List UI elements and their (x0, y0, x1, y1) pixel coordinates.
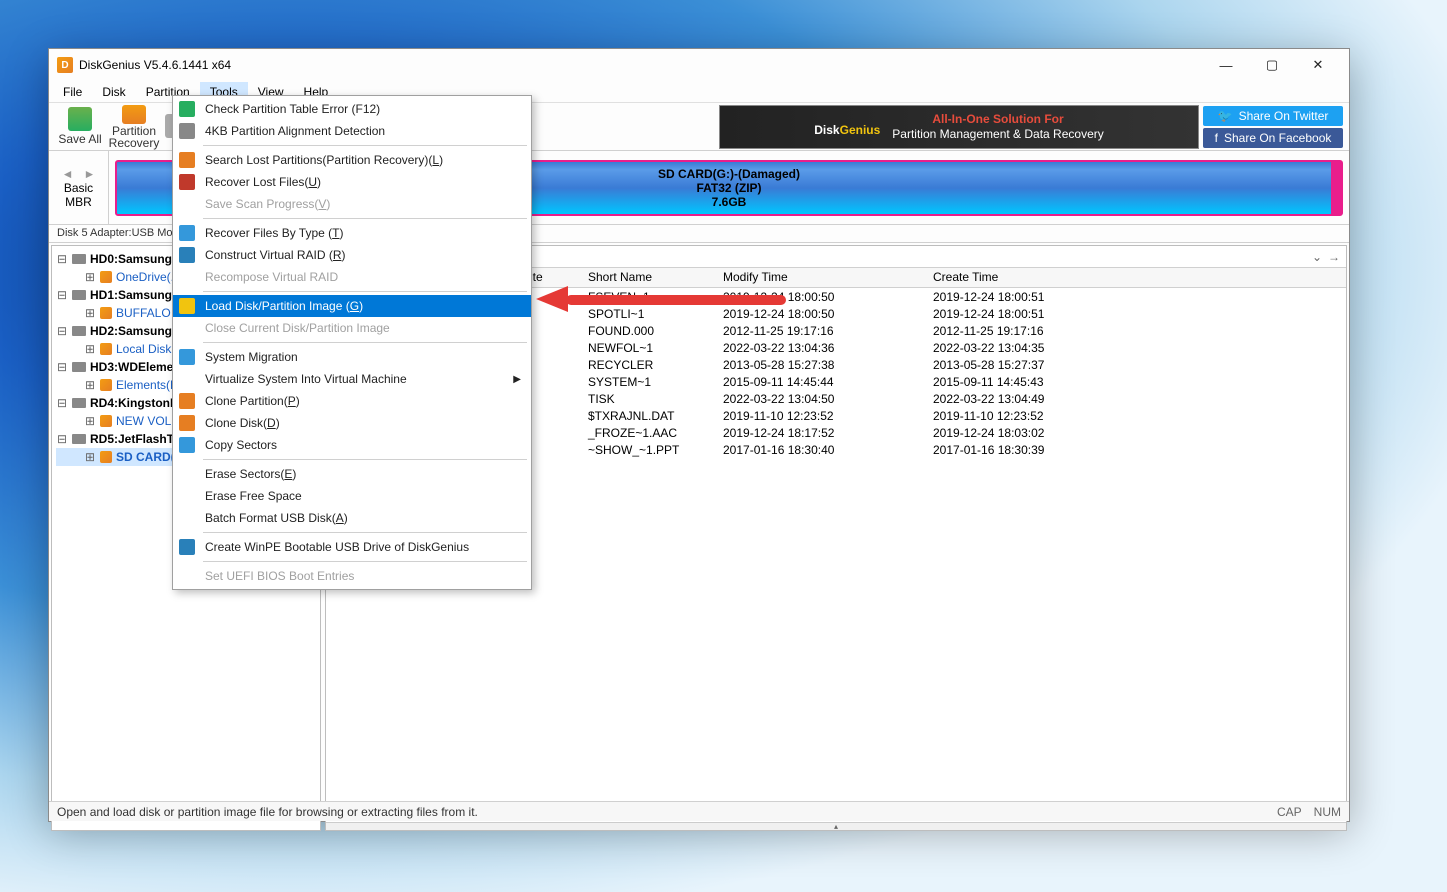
minimize-button[interactable]: — (1203, 49, 1249, 81)
menu-item: Set UEFI BIOS Boot Entries (173, 565, 531, 587)
menu-disk[interactable]: Disk (92, 82, 135, 102)
status-text: Open and load disk or partition image fi… (57, 805, 478, 819)
maximize-button[interactable]: ▢ (1249, 49, 1295, 81)
menu-item[interactable]: Batch Format USB Disk(A) (173, 507, 531, 529)
close-button[interactable]: ✕ (1295, 49, 1341, 81)
menu-item[interactable]: Erase Free Space (173, 485, 531, 507)
menu-item[interactable]: Recover Files By Type (T) (173, 222, 531, 244)
title-bar: D DiskGenius V5.4.6.1441 x64 — ▢ ✕ (49, 49, 1349, 81)
window-title: DiskGenius V5.4.6.1441 x64 (79, 58, 231, 72)
menu-item: Close Current Disk/Partition Image (173, 317, 531, 339)
status-num: NUM (1314, 805, 1341, 819)
menu-item[interactable]: Construct Virtual RAID (R) (173, 244, 531, 266)
menu-item[interactable]: Create WinPE Bootable USB Drive of DiskG… (173, 536, 531, 558)
next-disk-icon[interactable]: ► (84, 167, 96, 181)
forward-icon[interactable]: → (1328, 250, 1340, 264)
promo-banner[interactable]: DiskGenius All-In-One Solution ForPartit… (719, 105, 1199, 149)
menu-item[interactable]: Recover Lost Files(U) (173, 171, 531, 193)
splitter-handle[interactable] (326, 822, 1346, 830)
dropdown-icon[interactable]: ⌄ (1312, 250, 1322, 264)
status-cap: CAP (1277, 805, 1302, 819)
app-icon: D (57, 57, 73, 73)
prev-disk-icon[interactable]: ◄ (62, 167, 74, 181)
menu-item[interactable]: Search Lost Partitions(Partition Recover… (173, 149, 531, 171)
menu-item: Save Scan Progress(V) (173, 193, 531, 215)
menu-item[interactable]: Copy Sectors (173, 434, 531, 456)
menu-item[interactable]: Erase Sectors(E) (173, 463, 531, 485)
menu-item[interactable]: Virtualize System Into Virtual Machine▶ (173, 368, 531, 390)
share-facebook[interactable]: fShare On Facebook (1203, 128, 1343, 148)
menu-item[interactable]: Clone Disk(D) (173, 412, 531, 434)
menu-item[interactable]: System Migration (173, 346, 531, 368)
menu-item[interactable]: Load Disk/Partition Image (G) (173, 295, 531, 317)
tools-dropdown: Check Partition Table Error (F12)4KB Par… (172, 95, 532, 590)
twitter-icon: 🐦 (1218, 109, 1233, 123)
facebook-icon: f (1215, 131, 1218, 145)
disk-map-nav: ◄► Basic MBR (49, 151, 109, 224)
share-twitter[interactable]: 🐦Share On Twitter (1203, 106, 1343, 126)
toolbar-save-all[interactable]: Save All (55, 105, 105, 149)
menu-item[interactable]: 4KB Partition Alignment Detection (173, 120, 531, 142)
menu-item[interactable]: Clone Partition(P) (173, 390, 531, 412)
menu-item[interactable]: Check Partition Table Error (F12) (173, 98, 531, 120)
menu-file[interactable]: File (53, 82, 92, 102)
menu-item: Recompose Virtual RAID (173, 266, 531, 288)
toolbar-partition-recovery[interactable]: Partition Recovery (109, 105, 159, 149)
status-bar: Open and load disk or partition image fi… (49, 801, 1349, 821)
